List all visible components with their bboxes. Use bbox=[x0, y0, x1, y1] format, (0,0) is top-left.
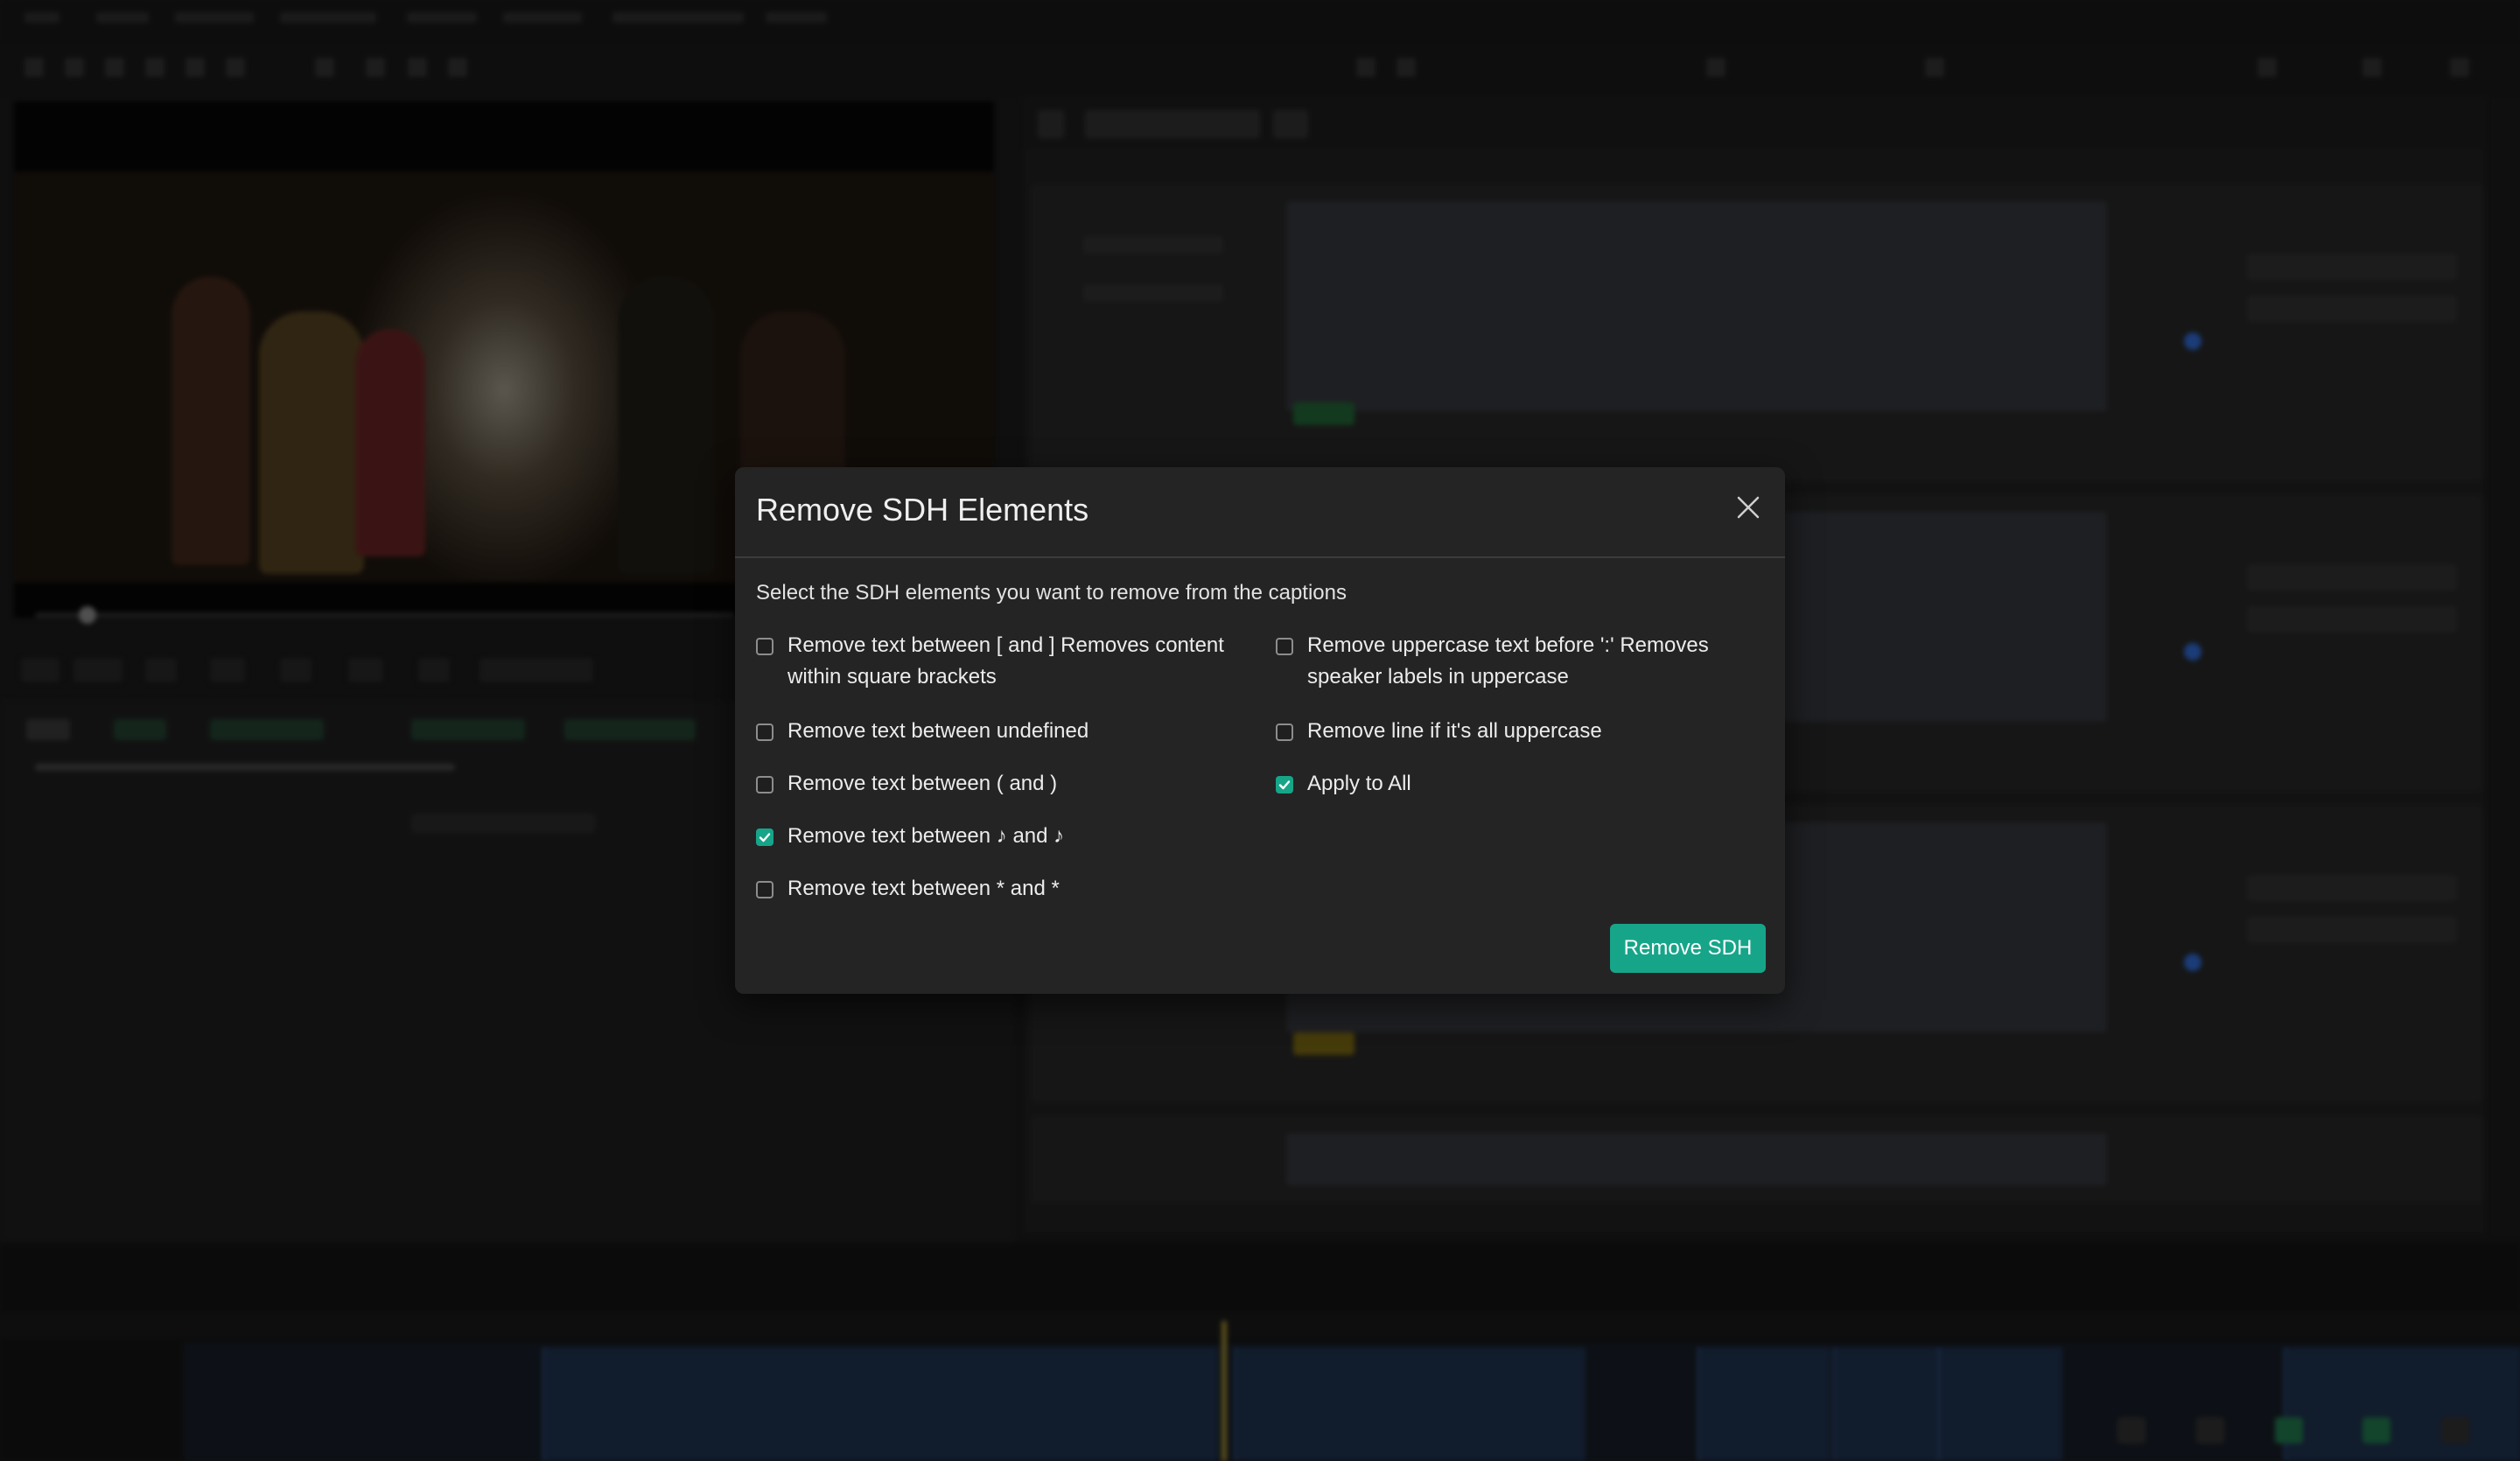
option-label: Remove uppercase text before ':' Removes… bbox=[1307, 633, 1709, 689]
option-label: Remove text between [ and ] Removes cont… bbox=[788, 633, 1224, 689]
checkbox[interactable] bbox=[1276, 724, 1293, 741]
checkbox[interactable] bbox=[1276, 638, 1293, 655]
option-parentheses[interactable]: Remove text between ( and ) bbox=[756, 772, 1246, 800]
option-label: Apply to All bbox=[1307, 772, 1411, 795]
option-label: Remove text between ( and ) bbox=[788, 772, 1058, 795]
checkbox[interactable] bbox=[756, 724, 774, 741]
check-icon bbox=[759, 833, 771, 842]
option-label: Remove text between ♪ and ♪ bbox=[788, 824, 1065, 848]
option-music-notes[interactable]: Remove text between ♪ and ♪ bbox=[756, 824, 1246, 852]
checkbox[interactable] bbox=[756, 776, 774, 793]
option-label: Remove text between undefined bbox=[788, 719, 1089, 743]
dialog-title: Remove SDH Elements bbox=[756, 492, 1089, 528]
option-undefined[interactable]: Remove text between undefined bbox=[756, 719, 1246, 747]
checkbox[interactable] bbox=[756, 638, 774, 655]
checkbox-checked[interactable] bbox=[1276, 776, 1293, 793]
option-square-brackets[interactable]: Remove text between [ and ] Removes cont… bbox=[756, 633, 1246, 693]
remove-sdh-dialog: Remove SDH Elements Select the SDH eleme… bbox=[735, 467, 1785, 994]
option-all-uppercase-line[interactable]: Remove line if it's all uppercase bbox=[1276, 719, 1766, 747]
remove-sdh-button[interactable]: Remove SDH bbox=[1610, 924, 1766, 973]
checkbox-checked[interactable] bbox=[756, 828, 774, 846]
option-apply-to-all[interactable]: Apply to All bbox=[1276, 772, 1766, 800]
option-asterisks[interactable]: Remove text between * and * bbox=[756, 877, 1246, 905]
option-label: Remove text between * and * bbox=[788, 877, 1060, 900]
checkbox[interactable] bbox=[756, 881, 774, 898]
option-label: Remove line if it's all uppercase bbox=[1307, 719, 1602, 743]
dialog-description: Select the SDH elements you want to remo… bbox=[756, 581, 1347, 605]
close-icon[interactable] bbox=[1734, 493, 1762, 521]
dialog-divider bbox=[735, 556, 1785, 558]
option-uppercase-speaker[interactable]: Remove uppercase text before ':' Removes… bbox=[1276, 633, 1766, 693]
check-icon bbox=[1278, 780, 1291, 790]
